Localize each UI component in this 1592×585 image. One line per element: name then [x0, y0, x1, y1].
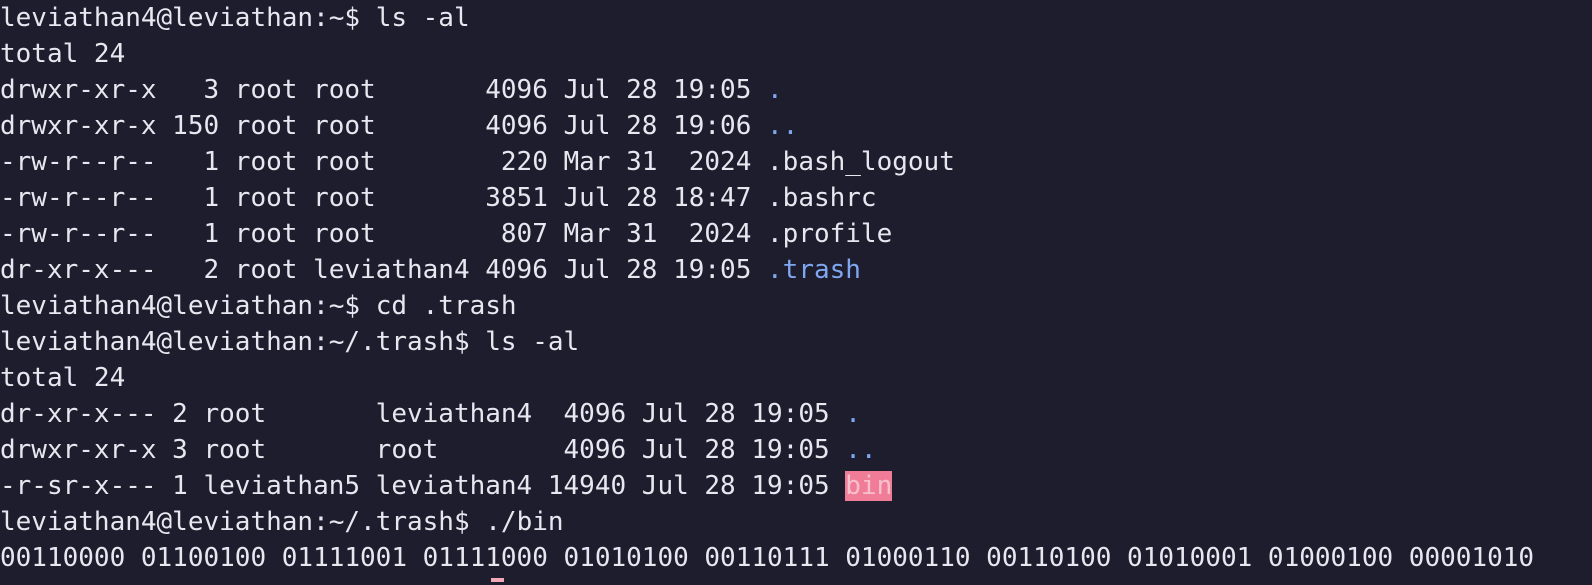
file-name: .bash_logout — [767, 147, 955, 177]
setuid-executable-name: bin — [845, 471, 893, 501]
file-name: .bashrc — [767, 183, 877, 213]
listing-row: -rw-r--r-- 1 root root 3851 Jul 28 18:47… — [0, 180, 1592, 216]
command-text: cd .trash — [375, 291, 517, 321]
directory-name: .. — [767, 111, 799, 141]
command-text: ls -al — [485, 327, 580, 357]
listing-row: drwxr-xr-x 3 root root 4096 Jul 28 19:05… — [0, 72, 1592, 108]
listing-row: drwxr-xr-x 3 root root 4096 Jul 28 19:05… — [0, 432, 1592, 468]
listing-meta: dr-xr-x--- 2 root leviathan4 4096 Jul 28… — [0, 399, 846, 429]
shell-prompt: leviathan4@leviathan:~/.trash$ — [0, 327, 486, 357]
listing-row: -r-sr-x--- 1 leviathan5 leviathan4 14940… — [0, 468, 1592, 504]
listing-meta: drwxr-xr-x 3 root root 4096 Jul 28 19:05 — [0, 435, 846, 465]
listing-meta: -r-sr-x--- 1 leviathan5 leviathan4 14940… — [0, 471, 846, 501]
listing-meta: -rw-r--r-- 1 root root 3851 Jul 28 18:47 — [0, 183, 768, 213]
listing-row: drwxr-xr-x 150 root root 4096 Jul 28 19:… — [0, 108, 1592, 144]
command-text: ls -al — [375, 3, 470, 33]
command-text: ./bin — [485, 507, 564, 537]
listing-meta: dr-xr-x--- 2 root leviathan4 4096 Jul 28… — [0, 255, 768, 285]
listing-row: dr-xr-x--- 2 root leviathan4 4096 Jul 28… — [0, 252, 1592, 288]
prompt-line: leviathan4@leviathan:~$ ls -al — [0, 0, 1592, 36]
prompt-line: leviathan4@leviathan:~/.trash$ ls -al — [0, 324, 1592, 360]
terminal-window[interactable]: leviathan4@leviathan:~$ ls -al total 24 … — [0, 0, 1592, 585]
listing-row: dr-xr-x--- 2 root leviathan4 4096 Jul 28… — [0, 396, 1592, 432]
listing-meta: -rw-r--r-- 1 root root 807 Mar 31 2024 — [0, 219, 768, 249]
prompt-line: leviathan4@leviathan:~/.trash$ ./bin — [0, 504, 1592, 540]
directory-name: .trash — [767, 255, 861, 285]
prompt-line: leviathan4@leviathan:~$ cd .trash — [0, 288, 1592, 324]
directory-name: .. — [845, 435, 877, 465]
listing-meta: drwxr-xr-x 3 root root 4096 Jul 28 19:05 — [0, 75, 768, 105]
shell-prompt: leviathan4@leviathan:~$ — [0, 3, 376, 33]
shell-prompt: leviathan4@leviathan:~$ — [0, 291, 376, 321]
directory-name: . — [845, 399, 861, 429]
file-name: .profile — [767, 219, 893, 249]
listing-row: -rw-r--r-- 1 root root 220 Mar 31 2024 .… — [0, 144, 1592, 180]
shell-prompt: leviathan4@leviathan:~/.trash$ — [0, 507, 486, 537]
binary-output-line: 00110000 01100100 01111001 01111000 0101… — [0, 543, 1535, 573]
listing-meta: drwxr-xr-x 150 root root 4096 Jul 28 19:… — [0, 111, 768, 141]
listing-row: -rw-r--r-- 1 root root 807 Mar 31 2024 .… — [0, 216, 1592, 252]
listing-meta: -rw-r--r-- 1 root root 220 Mar 31 2024 — [0, 147, 768, 177]
output-line: total 24 — [0, 39, 126, 69]
output-line: total 24 — [0, 363, 126, 393]
text-cursor — [491, 578, 504, 582]
directory-name: . — [767, 75, 783, 105]
